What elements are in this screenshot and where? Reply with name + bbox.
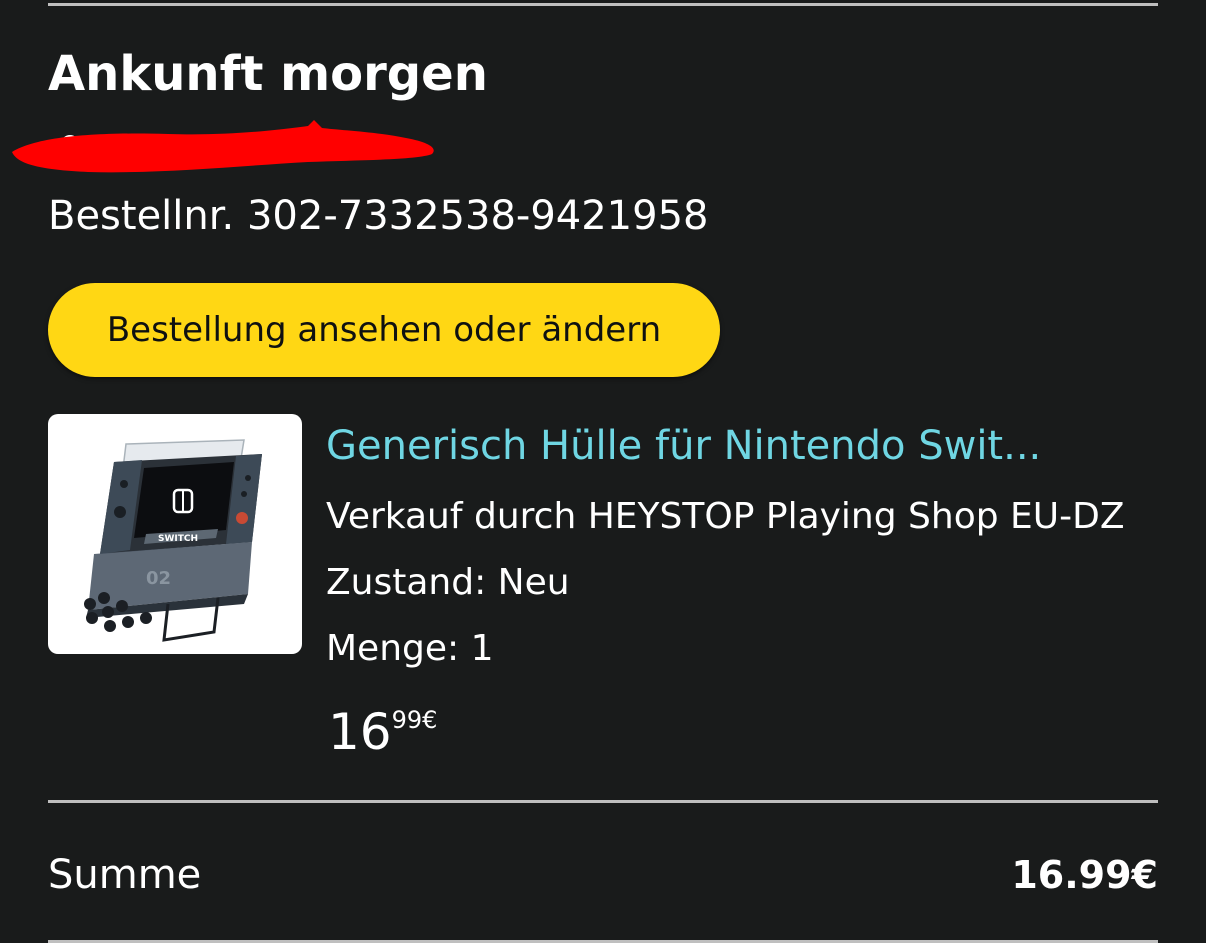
order-card: Ankunft morgen Bestellnr. 302-7332538-94… bbox=[0, 0, 1206, 943]
image-label-text: SWITCH bbox=[158, 534, 198, 544]
price-fraction: 99 bbox=[391, 706, 423, 734]
redaction-scribble bbox=[12, 120, 434, 173]
sum-label: Summe bbox=[48, 852, 202, 898]
svg-text:02: 02 bbox=[146, 568, 171, 589]
product-title-link[interactable]: Generisch Hülle für Nintendo Swit... bbox=[326, 420, 1041, 472]
order-number-value: 302-7332538-9421958 bbox=[246, 193, 709, 239]
price-whole: 16 bbox=[328, 703, 392, 761]
item-price: 1699€ bbox=[328, 700, 437, 764]
product-image[interactable]: SWITCH 02 bbox=[48, 414, 302, 654]
delivery-heading: Ankunft morgen bbox=[48, 46, 488, 102]
quantity-info: Menge: 1 bbox=[326, 626, 494, 672]
condition-info: Zustand: Neu bbox=[326, 560, 570, 606]
quantity-label: Menge: bbox=[326, 628, 460, 669]
condition-value: Neu bbox=[497, 562, 570, 603]
sum-value: 16.99€ bbox=[1011, 853, 1158, 897]
quantity-value: 1 bbox=[470, 628, 494, 669]
top-divider bbox=[48, 3, 1158, 6]
summary-divider bbox=[48, 800, 1158, 803]
order-number-label: Bestellnr. bbox=[48, 193, 235, 239]
condition-label: Zustand: bbox=[326, 562, 487, 603]
view-or-change-order-button[interactable]: Bestellung ansehen oder ändern bbox=[48, 283, 720, 377]
seller-info: Verkauf durch HEYSTOP Playing Shop EU-DZ bbox=[326, 496, 1125, 537]
switch-case-image: SWITCH 02 bbox=[84, 439, 262, 642]
order-number: Bestellnr. 302-7332538-9421958 bbox=[48, 190, 708, 242]
price-currency: € bbox=[422, 706, 438, 734]
